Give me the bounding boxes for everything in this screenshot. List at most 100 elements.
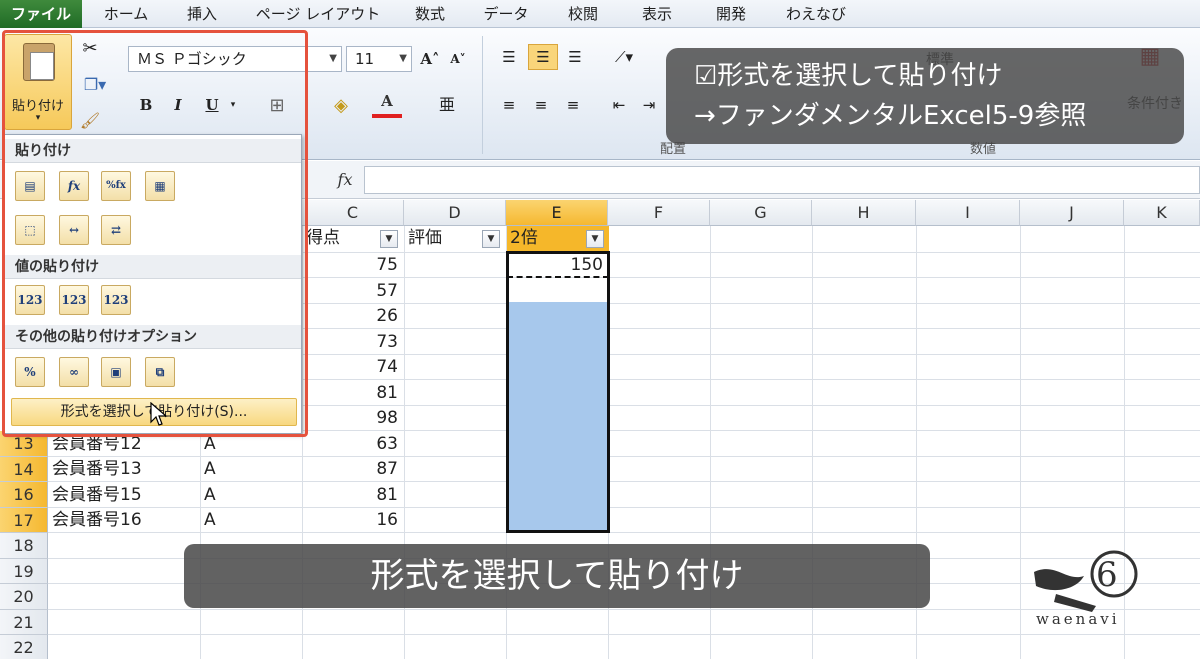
paste-keep-column-width-icon[interactable]: ↔ [59, 215, 89, 245]
font-name-select[interactable]: ＭＳ Ｐゴシック ▼ [128, 46, 342, 72]
paste-values-number-format-icon[interactable]: 123 [59, 285, 89, 315]
score-cell[interactable]: 87 [302, 457, 404, 482]
align-left-icon[interactable]: ≡ [496, 92, 522, 118]
align-center-icon[interactable]: ≡ [528, 92, 554, 118]
italic-button[interactable]: I [166, 92, 190, 118]
tab-data[interactable]: データ [474, 0, 538, 28]
score-cell[interactable]: 81 [302, 483, 404, 508]
font-size-select[interactable]: 11 ▼ [346, 46, 412, 72]
score-cell[interactable]: 57 [302, 279, 404, 304]
cell-e2[interactable]: 150 [507, 253, 609, 278]
row-header-17[interactable]: 17 [0, 507, 48, 533]
score-cell[interactable]: 26 [302, 304, 404, 329]
row-header-13[interactable]: 13 [0, 431, 48, 457]
paste-linked-picture-icon[interactable]: ⧉ [145, 357, 175, 387]
tab-home[interactable]: ホーム [92, 0, 160, 28]
paste-no-borders-icon[interactable]: ⬚ [15, 215, 45, 245]
score-cell[interactable]: 74 [302, 355, 404, 380]
row-header-22[interactable]: 22 [0, 635, 48, 659]
svg-text:6: 6 [1096, 555, 1118, 595]
row-header-20[interactable]: 20 [0, 584, 48, 610]
header-cell-rating[interactable]: 評価 [408, 226, 478, 251]
grade-cell[interactable]: A [204, 432, 300, 457]
tab-waenavi[interactable]: わえなび [776, 0, 856, 28]
row-header-21[interactable]: 21 [0, 609, 48, 635]
member-cell[interactable]: 会員番号15 [52, 483, 198, 508]
align-top-icon[interactable]: ☰ [496, 44, 522, 70]
note-line-2: →ファンダメンタルExcel5-9参照 [694, 101, 1087, 131]
filter-dropdown-icon[interactable]: ▼ [586, 230, 604, 248]
fill-color-icon[interactable]: ◈ [326, 92, 356, 118]
tab-file[interactable]: ファイル [0, 0, 82, 28]
filter-dropdown-icon[interactable]: ▼ [482, 230, 500, 248]
section-values-heading: 値の貼り付け [5, 255, 301, 279]
tab-review[interactable]: 校閲 [554, 0, 612, 28]
tab-formulas[interactable]: 数式 [400, 0, 460, 28]
paste-button[interactable]: 貼り付け ▾ [4, 34, 72, 130]
score-cell[interactable]: 75 [302, 253, 404, 278]
bold-button[interactable]: B [134, 92, 158, 118]
score-cell[interactable]: 16 [302, 508, 404, 533]
border-icon[interactable]: ⊞ [262, 92, 292, 118]
format-painter-icon[interactable]: 🖌 [78, 108, 102, 132]
align-bottom-icon[interactable]: ☰ [562, 44, 588, 70]
column-header-i[interactable]: I [916, 200, 1020, 226]
paste-values-source-format-icon[interactable]: 123 [101, 285, 131, 315]
column-header-d[interactable]: D [404, 200, 506, 226]
fx-icon[interactable]: fx [330, 167, 360, 193]
align-right-icon[interactable]: ≡ [560, 92, 586, 118]
paste-link-icon[interactable]: ∞ [59, 357, 89, 387]
copy-icon[interactable]: ❐▾ [78, 72, 112, 96]
column-header-f[interactable]: F [608, 200, 710, 226]
paste-formulas-number-format-icon[interactable]: %fx [101, 171, 131, 201]
grade-cell[interactable]: A [204, 457, 300, 482]
member-cell[interactable]: 会員番号16 [52, 508, 198, 533]
phonetic-icon[interactable]: 亜 [432, 88, 462, 118]
grow-font-icon[interactable]: A˄ [418, 46, 442, 72]
cut-icon[interactable]: ✂ [78, 36, 102, 60]
member-cell[interactable]: 会員番号12 [52, 432, 198, 457]
column-header-c[interactable]: C [302, 200, 404, 226]
chevron-down-icon[interactable]: ▾ [226, 92, 240, 118]
score-cell[interactable]: 63 [302, 432, 404, 457]
column-header-k[interactable]: K [1124, 200, 1200, 226]
paste-formatting-icon[interactable]: % [15, 357, 45, 387]
grade-cell[interactable]: A [204, 483, 300, 508]
font-size-value: 11 [355, 50, 375, 68]
paste-transpose-icon[interactable]: ⇄ [101, 215, 131, 245]
tab-page-layout[interactable]: ページ レイアウト [248, 0, 388, 28]
grade-cell[interactable]: A [204, 508, 300, 533]
member-cell[interactable]: 会員番号13 [52, 457, 198, 482]
tab-insert[interactable]: 挿入 [170, 0, 234, 28]
row-header-18[interactable]: 18 [0, 533, 48, 559]
filter-dropdown-icon[interactable]: ▼ [380, 230, 398, 248]
score-cell[interactable]: 73 [302, 330, 404, 355]
column-header-g[interactable]: G [710, 200, 812, 226]
paste-formulas-icon[interactable]: fx [59, 171, 89, 201]
increase-indent-icon[interactable]: ⇥ [636, 92, 662, 118]
paste-picture-icon[interactable]: ▣ [101, 357, 131, 387]
note-line-1: ☑形式を選択して貼り付け [694, 61, 1003, 91]
header-cell-score[interactable]: 得点 [306, 226, 376, 251]
column-header-h[interactable]: H [812, 200, 916, 226]
align-middle-icon[interactable]: ☰ [528, 44, 558, 70]
paste-keep-source-format-icon[interactable]: ▦ [145, 171, 175, 201]
tab-developer[interactable]: 開発 [702, 0, 760, 28]
row-header-19[interactable]: 19 [0, 558, 48, 584]
score-cell[interactable]: 98 [302, 406, 404, 431]
column-header-j[interactable]: J [1020, 200, 1124, 226]
formula-input[interactable] [364, 166, 1200, 194]
paste-values-icon[interactable]: 123 [15, 285, 45, 315]
score-cell[interactable]: 81 [302, 381, 404, 406]
paste-icon[interactable]: ▤ [15, 171, 45, 201]
decrease-indent-icon[interactable]: ⇤ [606, 92, 632, 118]
tab-view[interactable]: 表示 [628, 0, 686, 28]
shrink-font-icon[interactable]: A˅ [446, 46, 470, 72]
column-header-e[interactable]: E [506, 200, 608, 226]
header-cell-double[interactable]: 2倍 [510, 226, 580, 251]
orientation-icon[interactable]: ⟋▾ [604, 44, 644, 70]
row-header-14[interactable]: 14 [0, 456, 48, 482]
underline-button[interactable]: U [200, 92, 224, 118]
row-header-16[interactable]: 16 [0, 482, 48, 508]
font-color-icon[interactable]: A [372, 88, 402, 118]
